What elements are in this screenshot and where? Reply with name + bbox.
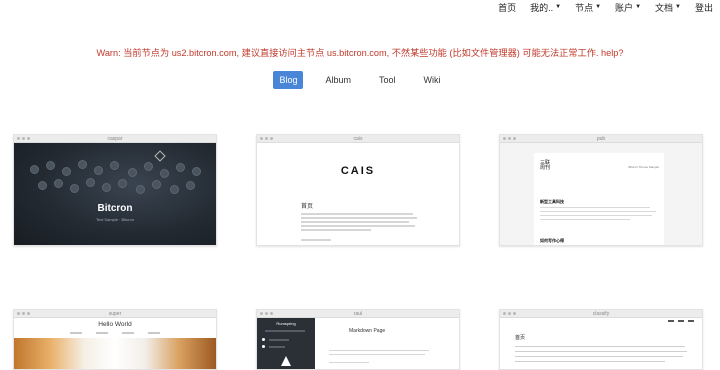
preview-title: 首页	[301, 204, 314, 210]
preview-heading: 如何写作心得	[540, 238, 564, 243]
preview-tagline: Bitcron Theme Sample	[628, 165, 659, 169]
preview-subtitle: Text Sample · Bitcron	[95, 217, 134, 222]
nav-docs-label: 文档	[655, 2, 674, 13]
theme-category-tabs: Blog Album Tool Wiki	[0, 71, 720, 89]
preview-site-name: Rumspring	[276, 321, 296, 326]
node-warning: Warn: 当前节点为 us2.bitcron.com, 建议直接访问主节点 u…	[0, 45, 720, 59]
preview-menu	[668, 320, 694, 322]
nav-account-label: 账户	[615, 2, 634, 13]
theme-preview: 首页	[500, 318, 702, 369]
browser-chrome: caspar	[14, 135, 216, 143]
warning-middle: , 不然某些功能 (比如文件管理器) 可能无法正常工作.	[386, 48, 602, 58]
theme-name: classify	[592, 311, 610, 317]
browser-chrome: classify	[500, 310, 702, 318]
top-nav: 首页 我的.. ▼ 节点 ▼ 账户 ▼ 文档 ▼ 登出	[491, 0, 720, 14]
preview-sidebar: Rumspring	[257, 318, 315, 369]
preview-menu	[14, 332, 216, 334]
preview-title: Markdown Page	[349, 328, 386, 334]
theme-card-cais[interactable]: cais CAIS 首页	[256, 134, 460, 246]
theme-name: pub	[596, 136, 606, 142]
preview-title: 三联 周刊	[540, 160, 551, 171]
nav-home-label: 首页	[498, 2, 517, 13]
tab-tool[interactable]: Tool	[373, 71, 402, 89]
nav-mine-label: 我的..	[530, 2, 554, 13]
theme-preview: CAIS 首页	[257, 143, 459, 245]
help-link[interactable]: help?	[601, 48, 623, 58]
typewriter-keys	[24, 157, 206, 197]
preview-title: Hello World	[98, 321, 132, 328]
theme-card-super[interactable]: super Hello World	[13, 309, 217, 370]
theme-preview: Bitcron Text Sample · Bitcron	[14, 143, 216, 245]
preview-heading: 新型工具科技	[540, 199, 564, 204]
theme-name: cais	[353, 136, 363, 142]
tab-album[interactable]: Album	[319, 71, 357, 89]
theme-preview: 三联 周刊 Bitcron Theme Sample 新型工具科技 如何写作心得	[500, 143, 702, 245]
tab-wiki[interactable]: Wiki	[418, 71, 447, 89]
browser-chrome: cais	[257, 135, 459, 143]
preview-photo	[14, 338, 216, 369]
browser-chrome: super	[14, 310, 216, 318]
browser-chrome: raul	[257, 310, 459, 318]
nav-mine[interactable]: 我的.. ▼	[523, 1, 568, 14]
preview-page: 三联 周刊 Bitcron Theme Sample 新型工具科技 如何写作心得	[534, 153, 664, 245]
nav-home[interactable]: 首页	[491, 1, 523, 14]
theme-card-caspar[interactable]: caspar Bitcron Text Sample · Bitcron	[13, 134, 217, 246]
preview-brand: Bitcron	[97, 203, 133, 214]
caret-down-icon: ▼	[555, 4, 562, 10]
theme-name: super	[108, 311, 122, 317]
warning-prefix: Warn: 当前节点为 us2.bitcron.com, 建议直接访问主节点	[96, 48, 327, 58]
nav-nodes[interactable]: 节点 ▼	[568, 1, 608, 14]
theme-preview: Hello World	[14, 318, 216, 369]
theme-name: caspar	[107, 136, 123, 142]
nav-docs[interactable]: 文档 ▼	[648, 1, 688, 14]
triangle-logo-icon	[281, 356, 291, 366]
nav-account[interactable]: 账户 ▼	[608, 1, 648, 14]
theme-preview: Rumspring Markdown Page	[257, 318, 459, 369]
theme-name: raul	[353, 311, 363, 317]
preview-logo: CAIS	[340, 165, 376, 177]
nav-logout-label: 登出	[694, 2, 713, 13]
nav-logout[interactable]: 登出	[688, 1, 720, 14]
caret-down-icon: ▼	[635, 4, 642, 10]
tab-blog[interactable]: Blog	[273, 71, 304, 89]
theme-card-pub[interactable]: pub 三联 周刊 Bitcron Theme Sample 新型工具科技 如何…	[499, 134, 703, 246]
browser-chrome: pub	[500, 135, 702, 143]
theme-card-raul[interactable]: raul Rumspring Markdown Page	[256, 309, 460, 370]
caret-down-icon: ▼	[675, 4, 681, 10]
nav-nodes-label: 节点	[575, 2, 594, 13]
preview-title: 首页	[515, 335, 526, 341]
theme-card-classify[interactable]: classify 首页	[499, 309, 703, 370]
caret-down-icon: ▼	[595, 4, 602, 10]
main-node-link[interactable]: us.bitcron.com	[327, 48, 387, 58]
